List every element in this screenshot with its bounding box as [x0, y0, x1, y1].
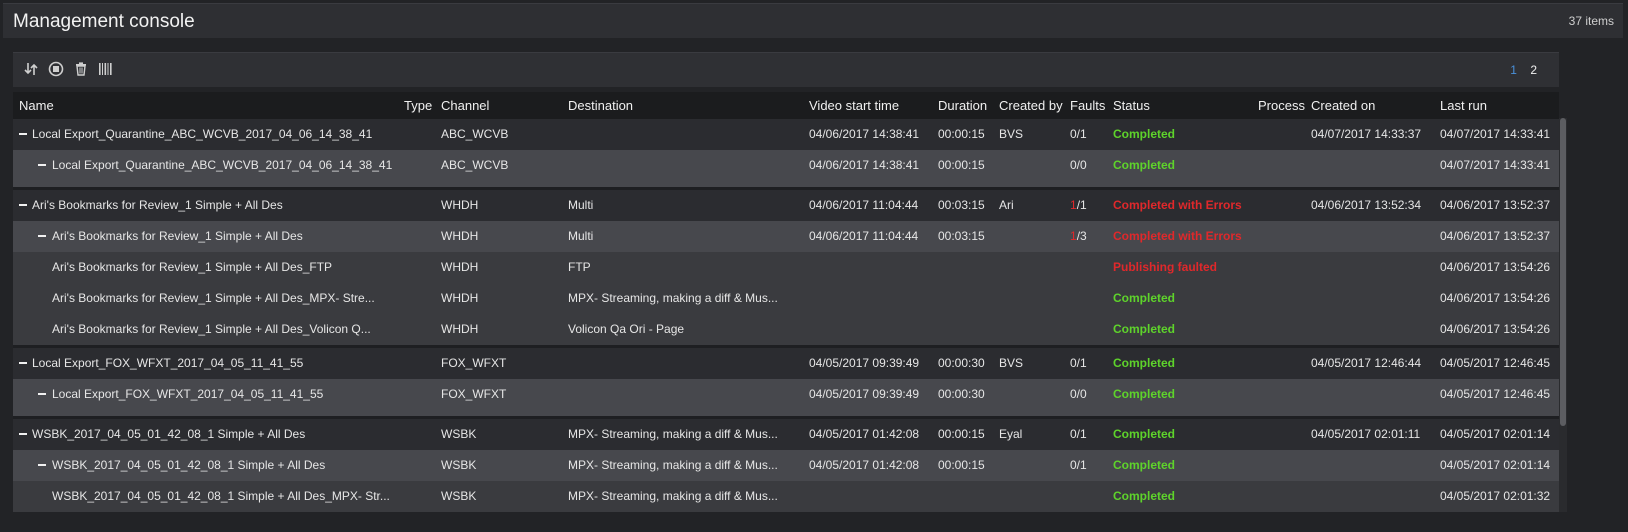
table-row[interactable]: Local Export_FOX_WFXT_2017_04_05_11_41_5…: [13, 379, 1559, 410]
col-status[interactable]: Status: [1113, 98, 1150, 113]
barcode-icon[interactable]: [98, 61, 114, 77]
col-duration[interactable]: Duration: [938, 98, 987, 113]
col-destination[interactable]: Destination: [568, 98, 633, 113]
col-process[interactable]: Process: [1258, 98, 1305, 113]
status-badge: Completed with Errors: [1113, 229, 1242, 243]
table-row[interactable]: WSBK_2017_04_05_01_42_08_1 Simple + All …: [13, 481, 1559, 512]
page-1-link[interactable]: 1: [1510, 63, 1517, 77]
collapse-icon[interactable]: [38, 464, 46, 466]
status-badge: Completed: [1113, 387, 1176, 401]
status-badge: Completed: [1113, 427, 1176, 441]
collapse-icon[interactable]: [19, 133, 27, 135]
table-row[interactable]: Ari's Bookmarks for Review_1 Simple + Al…: [13, 221, 1559, 252]
stop-icon[interactable]: [48, 61, 64, 77]
collapse-icon[interactable]: [38, 235, 46, 237]
status-badge: Completed: [1113, 356, 1176, 370]
table-row[interactable]: Local Export_Quarantine_ABC_WCVB_2017_04…: [13, 119, 1559, 150]
faults-cell: 0/0: [1070, 158, 1087, 172]
table-row[interactable]: WSBK_2017_04_05_01_42_08_1 Simple + All …: [13, 450, 1559, 481]
table-row[interactable]: Ari's Bookmarks for Review_1 Simple + Al…: [13, 252, 1559, 283]
col-video-start[interactable]: Video start time: [809, 98, 899, 113]
col-channel[interactable]: Channel: [441, 98, 489, 113]
table-header: Name Type Channel Destination Video star…: [13, 92, 1559, 119]
faults-cell: 0/1: [1070, 427, 1087, 441]
job-table: Local Export_Quarantine_ABC_WCVB_2017_04…: [13, 119, 1559, 512]
faults-cell: 0/1: [1070, 127, 1087, 141]
reorder-icon[interactable]: [23, 61, 39, 77]
collapse-icon[interactable]: [38, 164, 46, 166]
page-title: Management console: [13, 11, 195, 32]
faults-cell: 0/1: [1070, 458, 1087, 472]
collapse-icon[interactable]: [38, 393, 46, 395]
app-window: Management console 37 items 1 2 Name Typ…: [0, 0, 1628, 532]
faults-cell: 1/3: [1070, 229, 1087, 243]
col-last-run[interactable]: Last run: [1440, 98, 1487, 113]
col-faults[interactable]: Faults: [1070, 98, 1105, 113]
table-row[interactable]: Local Export_Quarantine_ABC_WCVB_2017_04…: [13, 150, 1559, 181]
table-row[interactable]: Local Export_FOX_WFXT_2017_04_05_11_41_5…: [13, 348, 1559, 379]
status-badge: Completed: [1113, 489, 1176, 503]
status-badge: Completed: [1113, 127, 1176, 141]
item-count: 37 items: [1568, 14, 1614, 28]
table-row[interactable]: Ari's Bookmarks for Review_1 Simple + Al…: [13, 283, 1559, 314]
faults-cell: 1/1: [1070, 198, 1087, 212]
pagination: 1 2: [1500, 63, 1537, 77]
table-row[interactable]: Ari's Bookmarks for Review_1 Simple + Al…: [13, 190, 1559, 221]
col-created-by[interactable]: Created by: [999, 98, 1063, 113]
col-name[interactable]: Name: [19, 98, 54, 113]
status-badge: Completed: [1113, 158, 1176, 172]
title-bar: Management console 37 items: [3, 3, 1623, 38]
collapse-icon[interactable]: [19, 204, 27, 206]
status-badge: Completed: [1113, 322, 1176, 336]
faults-cell: 0/1: [1070, 356, 1087, 370]
page-2-link[interactable]: 2: [1530, 63, 1537, 77]
status-badge: Completed: [1113, 291, 1176, 305]
collapse-icon[interactable]: [19, 362, 27, 364]
collapse-icon[interactable]: [19, 433, 27, 435]
scrollbar-thumb[interactable]: [1560, 118, 1566, 426]
col-created-on[interactable]: Created on: [1311, 98, 1375, 113]
status-badge: Publishing faulted: [1113, 260, 1217, 274]
status-badge: Completed with Errors: [1113, 198, 1242, 212]
faults-cell: 0/0: [1070, 387, 1087, 401]
toolbar: 1 2: [13, 52, 1559, 87]
table-row[interactable]: WSBK_2017_04_05_01_42_08_1 Simple + All …: [13, 419, 1559, 450]
table-row[interactable]: Ari's Bookmarks for Review_1 Simple + Al…: [13, 314, 1559, 345]
status-badge: Completed: [1113, 458, 1176, 472]
trash-icon[interactable]: [73, 61, 89, 77]
col-type[interactable]: Type: [404, 98, 432, 113]
